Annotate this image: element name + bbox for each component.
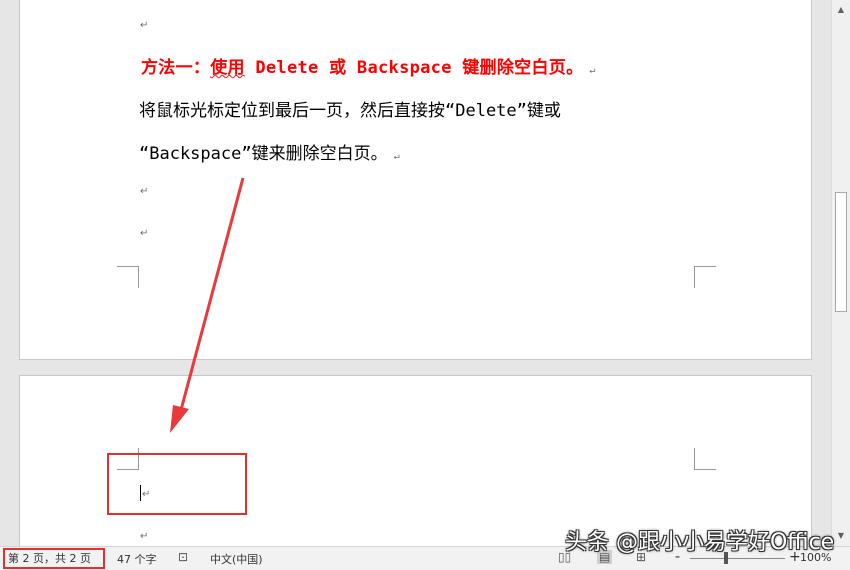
body-line-1: 将鼠标光标定位到最后一页，然后直接按“Delete”键或 bbox=[139, 96, 561, 121]
spellcheck-squiggle[interactable]: 使用 bbox=[210, 58, 245, 78]
watermark: 头条 @跟小小易学好Office bbox=[565, 530, 835, 555]
page-number-indicator[interactable]: 第 2 页，共 2 页 bbox=[3, 548, 105, 569]
paragraph-mark: ↵ bbox=[589, 65, 596, 76]
scroll-down-icon[interactable]: ▼ bbox=[832, 528, 850, 544]
scroll-up-icon[interactable]: ▲ bbox=[832, 2, 850, 18]
method-heading-text: 方法一：使用 Delete 或 Backspace 键删除空白页。 bbox=[141, 58, 584, 78]
word-count[interactable]: 47 个字 bbox=[117, 551, 157, 567]
scrollbar-thumb[interactable] bbox=[835, 192, 847, 312]
zoom-slider[interactable] bbox=[690, 558, 785, 559]
body-line-2: “Backspace”键来删除空白页。 ↵ bbox=[139, 139, 400, 164]
margin-crop-mark bbox=[117, 266, 139, 288]
highlight-box bbox=[107, 453, 247, 515]
document-page-1[interactable]: ↵ 方法一：使用 Delete 或 Backspace 键删除空白页。 ↵ 将鼠标… bbox=[19, 0, 812, 360]
paragraph-mark: ↵ bbox=[393, 151, 400, 162]
margin-crop-mark bbox=[694, 448, 716, 470]
paragraph-mark: ↵ bbox=[140, 531, 149, 542]
proofing-icon[interactable]: ⊡ bbox=[178, 550, 188, 564]
body-line-1-text: 将鼠标光标定位到最后一页，然后直接按“Delete”键或 bbox=[139, 101, 561, 121]
paragraph-mark: ↵ bbox=[140, 20, 149, 31]
method-heading: 方法一：使用 Delete 或 Backspace 键删除空白页。 ↵ bbox=[141, 53, 596, 78]
body-line-2-text: “Backspace”键来删除空白页。 bbox=[139, 144, 388, 164]
paragraph-mark: ↵ bbox=[140, 186, 149, 197]
language-indicator[interactable]: 中文(中国) bbox=[210, 551, 263, 567]
margin-crop-mark bbox=[694, 266, 716, 288]
paragraph-mark: ↵ bbox=[140, 228, 149, 239]
vertical-scrollbar[interactable]: ▲ ▼ bbox=[831, 0, 850, 546]
